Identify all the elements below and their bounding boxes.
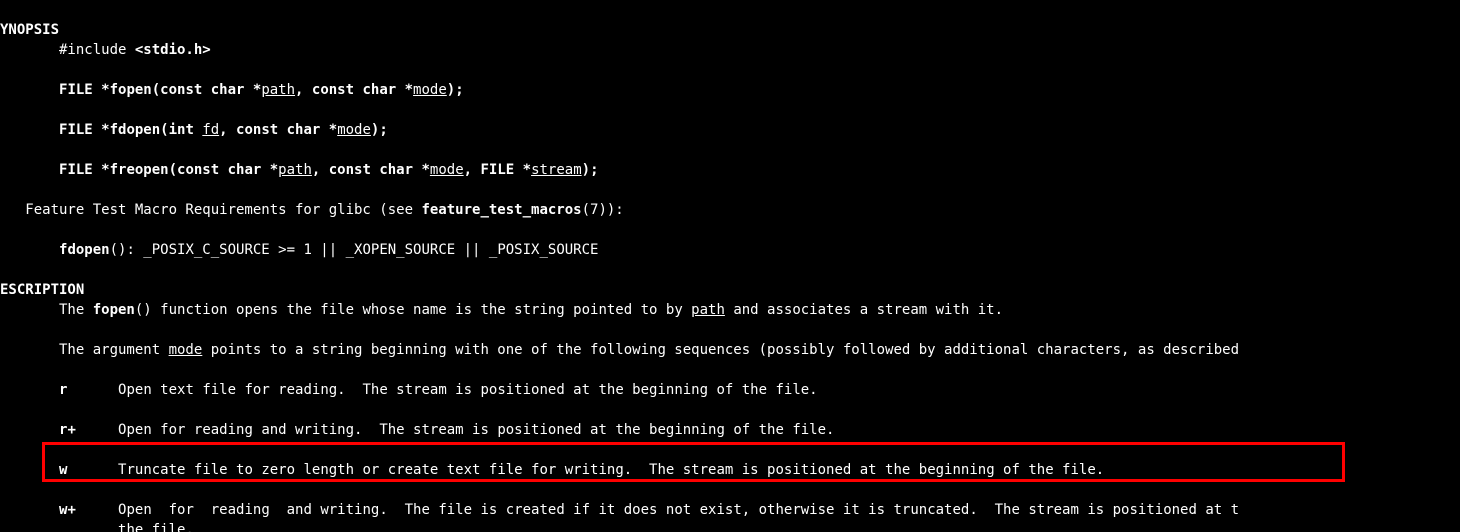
param-fd: fd [202, 122, 219, 138]
include-header: <stdio.h> [135, 42, 211, 58]
param-mode: mode [337, 122, 371, 138]
freopen-signature: FILE *freopen(const char * [59, 162, 278, 178]
mode-ref: mode [169, 342, 203, 358]
fopen-ref: fopen [93, 302, 135, 318]
section-synopsis: YNOPSIS [0, 22, 59, 38]
mode-desc-wplus-cont: the file. [118, 522, 194, 532]
param-path: path [261, 82, 295, 98]
param-stream: stream [531, 162, 582, 178]
include-prefix: #include [0, 42, 135, 58]
fopen-signature: FILE *fopen(const char * [59, 82, 261, 98]
param-path: path [278, 162, 312, 178]
fdopen-req-text: (): _POSIX_C_SOURCE >= 1 || _XOPEN_SOURC… [110, 242, 599, 258]
fdopen-req-name: fdopen [59, 242, 110, 258]
mode-desc-r: Open text file for reading. The stream i… [118, 382, 818, 398]
mode-key-wplus: w+ [59, 502, 76, 518]
mode-key-rplus: r+ [59, 422, 76, 438]
path-ref: path [691, 302, 725, 318]
fdopen-signature: FILE *fdopen(int [59, 122, 202, 138]
mode-desc-wplus: Open for reading and writing. The file i… [118, 502, 1239, 518]
param-mode: mode [413, 82, 447, 98]
feature-test-line: Feature Test Macro Requirements for glib… [0, 202, 421, 218]
mode-desc-w: Truncate file to zero length or create t… [118, 462, 1104, 478]
param-mode: mode [430, 162, 464, 178]
mode-desc-rplus: Open for reading and writing. The stream… [118, 422, 834, 438]
feature-test-macros-ref: feature_test_macros [421, 202, 581, 218]
section-description: ESCRIPTION [0, 282, 84, 298]
manpage-content: YNOPSIS #include <stdio.h> FILE *fopen(c… [0, 0, 1460, 532]
